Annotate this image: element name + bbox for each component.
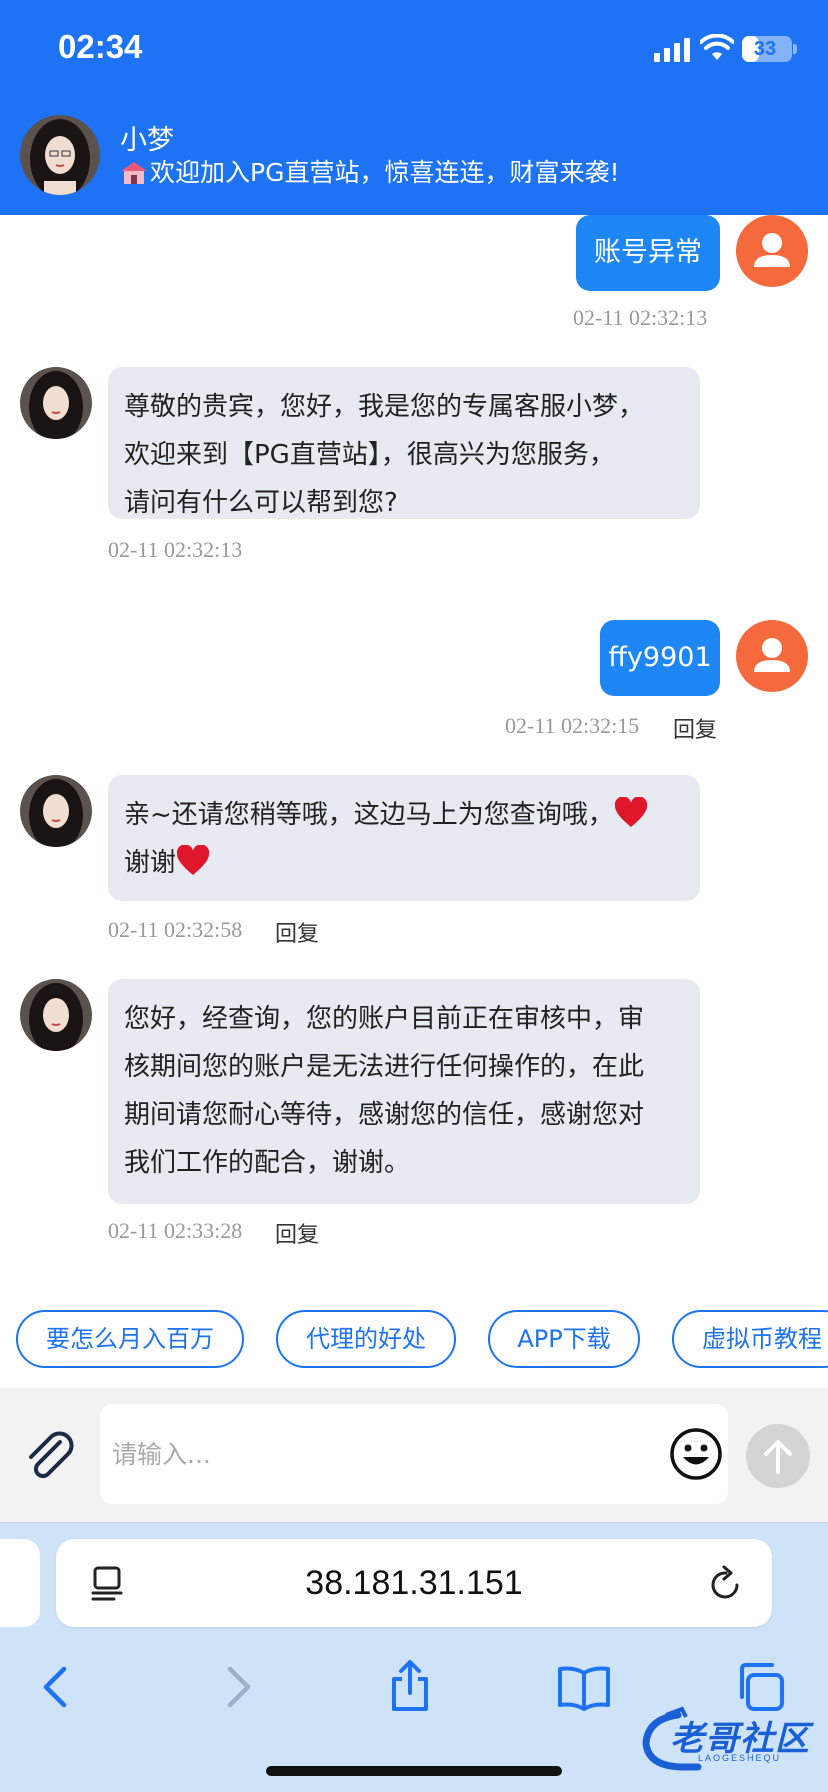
reply-link[interactable]: 回复: [275, 916, 319, 948]
bookmarks-icon[interactable]: [556, 1659, 612, 1715]
message-line: 我们工作的配合，谢谢。: [124, 1148, 411, 1178]
battery-icon: 33: [742, 36, 792, 62]
quick-reply-chip[interactable]: 虚拟币教程: [672, 1310, 828, 1368]
message-timestamp: 02-11 02:32:13: [108, 537, 243, 562]
agent-message-bubble[interactable]: 亲~还请您稍等哦，这边马上为您查询哦， 谢谢: [108, 775, 700, 901]
paperclip-icon[interactable]: [22, 1428, 78, 1484]
heart-icon: [176, 845, 210, 875]
my-message-bubble[interactable]: ffy9901: [600, 620, 720, 696]
watermark-subtext: LAOGESHEQU: [698, 1753, 782, 1763]
reply-link[interactable]: 回复: [673, 712, 717, 744]
wifi-icon: [700, 34, 734, 60]
message-line: 请问有什么可以帮到您?: [124, 488, 398, 518]
agent-avatar: [20, 775, 92, 847]
user-avatar-icon: [736, 620, 808, 692]
message-line: 您好，经查询，您的账户目前正在审核中，审: [124, 1004, 645, 1034]
quick-reply-bar[interactable]: 要怎么月入百万 代理的好处 APP下载 虚拟币教程: [0, 1288, 828, 1388]
url-text: 38.181.31.151: [305, 1564, 523, 1602]
message-timestamp: 02-11 02:32:15: [505, 713, 640, 738]
battery-tip: [793, 44, 797, 54]
status-time: 02:34: [58, 28, 143, 65]
arrow-up-icon: [764, 1440, 792, 1474]
agent-avatar: [20, 979, 92, 1051]
emoji-icon[interactable]: [668, 1426, 724, 1482]
message-line: 期间请您耐心等待，感谢您的信任，感谢您对: [124, 1100, 645, 1130]
house-icon: [121, 162, 147, 184]
quick-reply-chip[interactable]: 代理的好处: [276, 1310, 456, 1368]
message-line: 核期间您的账户是无法进行任何操作的，在此: [124, 1052, 645, 1082]
heart-icon: [614, 797, 647, 827]
quick-reply-chip[interactable]: APP下载: [488, 1310, 640, 1368]
reload-icon[interactable]: [706, 1563, 744, 1603]
agent-avatar[interactable]: [20, 115, 100, 195]
agent-name: 小梦: [120, 125, 174, 156]
cellular-signal-icon: [654, 36, 690, 62]
status-bar: 02:34 33: [0, 0, 828, 100]
battery-level: 33: [753, 38, 777, 60]
send-button[interactable]: [746, 1424, 810, 1488]
home-indicator: [266, 1766, 562, 1776]
user-avatar-icon: [736, 215, 808, 287]
address-bar[interactable]: 38.181.31.151: [56, 1539, 772, 1627]
chat-header: 02:34 33 小梦 欢迎加入PG直营站，惊喜连连，财富来袭!: [0, 0, 828, 215]
message-timestamp: 02-11 02:33:28: [108, 1218, 243, 1243]
agent-message-bubble[interactable]: 您好，经查询，您的账户目前正在审核中，审 核期间您的账户是无法进行任何操作的，在…: [108, 979, 700, 1204]
browser-toolbar: 38.181.31.151 老哥社区 LAOGESHEQU: [0, 1523, 828, 1792]
quick-reply-chip[interactable]: 要怎么月入百万: [16, 1310, 244, 1368]
message-timestamp: 02-11 02:32:13: [573, 305, 708, 330]
agent-message-bubble[interactable]: 尊敬的贵宾，您好，我是您的专属客服小梦， 欢迎来到【PG直营站】，很高兴为您服务…: [108, 367, 700, 519]
message-line: 谢谢: [124, 839, 684, 887]
agent-avatar: [20, 367, 92, 439]
previous-tab-preview[interactable]: [0, 1539, 40, 1627]
message-line: 亲~还请您稍等哦，这边马上为您查询哦，: [124, 791, 684, 839]
my-message-bubble[interactable]: 账号异常: [576, 215, 720, 291]
message-input[interactable]: [100, 1404, 728, 1504]
agent-tagline: 欢迎加入PG直营站，惊喜连连，财富来袭!: [120, 153, 619, 189]
composer-bar: [0, 1388, 828, 1523]
agent-tagline-text: 欢迎加入PG直营站，惊喜连连，财富来袭!: [150, 158, 620, 187]
message-line: 尊敬的贵宾，您好，我是您的专属客服小梦，: [124, 392, 645, 422]
message-line: 欢迎来到【PG直营站】，很高兴为您服务，: [124, 440, 615, 470]
back-icon[interactable]: [30, 1659, 86, 1715]
share-icon[interactable]: [382, 1659, 438, 1715]
reply-link[interactable]: 回复: [275, 1217, 319, 1249]
message-timestamp: 02-11 02:32:58: [108, 917, 243, 942]
chat-history[interactable]: 账号异常 02-11 02:32:13 尊敬的贵宾，您好，我是您的专属客服小梦，…: [0, 215, 828, 1288]
forward-icon[interactable]: [208, 1659, 264, 1715]
watermark-logo: 老哥社区 LAOGESHEQU: [638, 1705, 816, 1775]
